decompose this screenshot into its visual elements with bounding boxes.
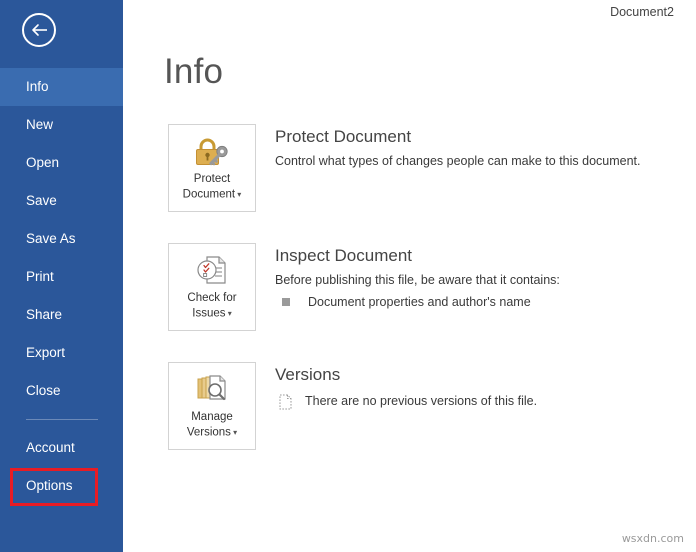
chevron-down-icon[interactable]: ▾: [235, 190, 241, 199]
tile-label-line2-text: Versions: [186, 426, 231, 439]
sidebar-divider: [0, 410, 123, 429]
section-description: Before publishing this file, be aware th…: [275, 273, 560, 287]
manage-versions-icon: [194, 372, 230, 406]
tile-label-line1: Manage: [191, 411, 233, 423]
inspect-document-body: Inspect Document Before publishing this …: [275, 243, 696, 311]
sidebar-item-info[interactable]: Info: [0, 68, 123, 106]
inspect-result-text: Document properties and author's name: [308, 295, 531, 309]
watermark: wsxdn.com: [621, 532, 684, 545]
sidebar-item-label: Print: [26, 269, 54, 284]
tile-label-line1: Protect: [193, 173, 231, 185]
versions-body: Versions There are no previous versions …: [275, 362, 696, 410]
check-for-issues-button[interactable]: Check for Issues ▾: [168, 243, 256, 331]
section-heading: Protect Document: [275, 127, 412, 146]
backstage-sidebar: Info New Open Save Save As Print Share E…: [0, 0, 123, 552]
sidebar-item-account[interactable]: Account: [0, 429, 123, 467]
section-heading: Versions: [275, 365, 341, 384]
sidebar-item-save[interactable]: Save: [0, 182, 123, 220]
sidebar-item-label: Info: [26, 79, 49, 94]
arrow-left-icon: [30, 23, 48, 37]
sidebar-item-label: Save As: [26, 231, 76, 246]
sidebar-item-options[interactable]: Options: [0, 467, 123, 505]
manage-versions-button[interactable]: Manage Versions ▾: [168, 362, 256, 450]
sidebar-item-label: Share: [26, 307, 63, 322]
tile-label-line2: Document ▾: [183, 187, 242, 203]
page-title: Info: [164, 52, 224, 91]
section-heading: Inspect Document: [275, 246, 413, 265]
section-description: Control what types of changes people can…: [275, 154, 641, 168]
word-backstage-info-screen: Info New Open Save Save As Print Share E…: [0, 0, 696, 552]
protect-document-button[interactable]: Protect Document ▾: [168, 124, 256, 212]
sidebar-item-label: Export: [26, 345, 66, 360]
tile-label-line1: Check for: [187, 292, 237, 304]
protect-document-body: Protect Document Control what types of c…: [275, 124, 696, 170]
sidebar-item-save-as[interactable]: Save As: [0, 220, 123, 258]
tile-label-line2: Issues ▾: [192, 306, 232, 322]
chevron-down-icon[interactable]: ▾: [226, 309, 232, 318]
lock-and-key-icon: [193, 134, 231, 168]
sidebar-item-open[interactable]: Open: [0, 144, 123, 182]
tile-label-line2-text: Document: [182, 188, 236, 201]
sidebar-item-label: Open: [26, 155, 60, 170]
sidebar-nav: Info New Open Save Save As Print Share E…: [0, 68, 123, 505]
sidebar-item-new[interactable]: New: [0, 106, 123, 144]
versions-status-item: There are no previous versions of this f…: [275, 393, 696, 410]
sidebar-item-label: Options: [26, 478, 73, 493]
sidebar-item-label: Account: [26, 440, 75, 455]
tile-label-line2: Versions ▾: [187, 425, 237, 441]
sidebar-item-print[interactable]: Print: [0, 258, 123, 296]
sidebar-item-close[interactable]: Close: [0, 372, 123, 410]
document-title: Document2: [610, 5, 674, 19]
backstage-main: Document2 Info Protect Document ▾ Protec…: [123, 0, 696, 552]
tile-label-line2-text: Issues: [192, 307, 226, 320]
dotted-document-icon: [279, 394, 292, 410]
versions-status-text: There are no previous versions of this f…: [305, 394, 538, 408]
sidebar-item-label: Close: [26, 383, 61, 398]
check-document-icon: [195, 253, 229, 287]
square-bullet-icon: [282, 298, 290, 306]
chevron-down-icon[interactable]: ▾: [231, 428, 237, 437]
sidebar-item-share[interactable]: Share: [0, 296, 123, 334]
sidebar-item-export[interactable]: Export: [0, 334, 123, 372]
back-button[interactable]: [22, 13, 56, 47]
sidebar-item-label: Save: [26, 193, 57, 208]
sidebar-item-label: New: [26, 117, 54, 132]
inspect-result-item: Document properties and author's name: [275, 294, 696, 311]
